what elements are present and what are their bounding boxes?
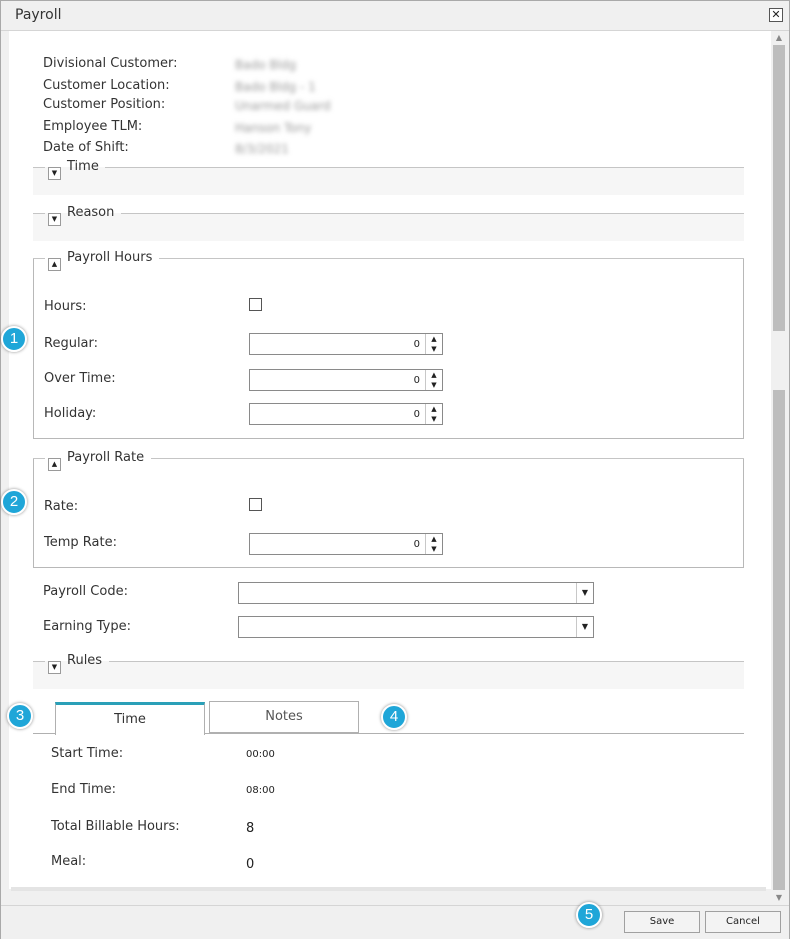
end-time-value: 08:00 — [246, 785, 275, 796]
customer-position-value: Unarmed Guard — [235, 99, 331, 113]
earning-type-dropdown-icon[interactable]: ▼ — [576, 617, 593, 637]
time-section-line-right — [105, 167, 744, 168]
payroll-hours-collapse-icon[interactable]: ▲ — [48, 258, 61, 271]
earning-type-label: Earning Type: — [43, 619, 132, 634]
holiday-label: Holiday: — [44, 406, 97, 421]
time-section-expand-icon[interactable]: ▼ — [48, 167, 61, 180]
hours-label: Hours: — [44, 299, 87, 314]
hours-checkbox[interactable] — [249, 298, 262, 311]
meal-label: Meal: — [51, 854, 87, 869]
horizontal-scrollbar[interactable] — [11, 887, 766, 891]
scroll-track[interactable] — [773, 45, 785, 891]
vertical-scrollbar[interactable]: ▲ ▼ — [771, 31, 787, 905]
scroll-down-icon[interactable]: ▼ — [771, 891, 787, 905]
employee-tlm-value: Hanson Tony — [235, 121, 312, 135]
end-time-label: End Time: — [51, 782, 117, 797]
holiday-spinner: ▲ ▼ — [425, 404, 442, 424]
rules-section — [33, 661, 744, 689]
rules-section-line-left — [33, 661, 45, 662]
overtime-input[interactable]: 0 ▲ ▼ — [249, 369, 443, 391]
close-button[interactable]: ✕ — [769, 8, 783, 22]
time-section-title: Time — [67, 159, 99, 174]
callout-4: 4 — [381, 704, 407, 730]
overtime-value: 0 — [413, 375, 420, 386]
start-time-value: 00:00 — [246, 749, 275, 760]
payroll-hours-line-left — [33, 258, 45, 259]
reason-section-title: Reason — [67, 205, 115, 220]
payroll-rate-collapse-icon[interactable]: ▲ — [48, 458, 61, 471]
overtime-label: Over Time: — [44, 371, 116, 386]
reason-section-expand-icon[interactable]: ▼ — [48, 213, 61, 226]
regular-decrement-icon[interactable]: ▼ — [426, 344, 442, 354]
divisional-customer-label: Divisional Customer: — [43, 56, 178, 71]
payroll-code-select[interactable]: ▼ — [238, 582, 594, 604]
total-billable-hours-value: 8 — [246, 821, 255, 836]
customer-location-value: Bado Bldg - 1 — [235, 80, 316, 94]
holiday-value: 0 — [413, 409, 420, 420]
meal-value: 0 — [246, 857, 255, 872]
callout-1: 1 — [1, 326, 27, 352]
callout-5: 5 — [576, 902, 602, 928]
start-time-label: Start Time: — [51, 746, 124, 761]
reason-section — [33, 213, 744, 241]
payroll-hours-title: Payroll Hours — [67, 250, 153, 265]
scroll-up-icon[interactable]: ▲ — [771, 31, 787, 45]
rate-label: Rate: — [44, 499, 79, 514]
payroll-rate-line-right — [151, 458, 744, 459]
dialog-content: Divisional Customer: Bado Bldg Customer … — [9, 31, 771, 889]
divisional-customer-value: Bado Bldg — [235, 58, 297, 72]
tab-time[interactable]: Time — [55, 702, 205, 735]
rate-checkbox[interactable] — [249, 498, 262, 511]
regular-label: Regular: — [44, 336, 99, 351]
regular-input[interactable]: 0 ▲ ▼ — [249, 333, 443, 355]
cancel-button[interactable]: Cancel — [705, 911, 781, 933]
regular-spinner: ▲ ▼ — [425, 334, 442, 354]
temp-rate-label: Temp Rate: — [44, 535, 117, 550]
employee-tlm-label: Employee TLM: — [43, 119, 143, 134]
customer-location-label: Customer Location: — [43, 78, 170, 93]
save-button[interactable]: Save — [624, 911, 700, 933]
rules-section-line-right — [109, 661, 744, 662]
title-bar: Payroll ✕ — [1, 1, 789, 31]
overtime-increment-icon[interactable]: ▲ — [426, 370, 442, 380]
temp-rate-value: 0 — [413, 539, 420, 550]
date-of-shift-value: 8/3/2021 — [235, 142, 289, 156]
overtime-spinner: ▲ ▼ — [425, 370, 442, 390]
callout-2: 2 — [1, 489, 27, 515]
total-billable-hours-label: Total Billable Hours: — [51, 819, 180, 834]
date-of-shift-label: Date of Shift: — [43, 140, 129, 155]
overtime-decrement-icon[interactable]: ▼ — [426, 380, 442, 390]
scroll-thumb-lower[interactable] — [773, 390, 785, 890]
payroll-code-dropdown-icon[interactable]: ▼ — [576, 583, 593, 603]
payroll-rate-line-left — [33, 458, 45, 459]
reason-section-line-right — [121, 213, 744, 214]
dialog-footer: Save Cancel — [1, 905, 789, 939]
customer-position-label: Customer Position: — [43, 97, 166, 112]
holiday-input[interactable]: 0 ▲ ▼ — [249, 403, 443, 425]
temp-rate-input[interactable]: 0 ▲ ▼ — [249, 533, 443, 555]
temp-rate-decrement-icon[interactable]: ▼ — [426, 544, 442, 554]
earning-type-select[interactable]: ▼ — [238, 616, 594, 638]
temp-rate-spinner: ▲ ▼ — [425, 534, 442, 554]
scroll-thumb-upper[interactable] — [773, 45, 785, 331]
time-section-line-left — [33, 167, 45, 168]
payroll-dialog: Payroll ✕ Divisional Customer: Bado Bldg… — [0, 0, 790, 939]
time-section — [33, 167, 744, 195]
rules-section-title: Rules — [67, 653, 103, 668]
temp-rate-increment-icon[interactable]: ▲ — [426, 534, 442, 544]
regular-value: 0 — [413, 339, 420, 350]
tab-notes[interactable]: Notes — [209, 701, 359, 733]
payroll-code-label: Payroll Code: — [43, 584, 128, 599]
holiday-decrement-icon[interactable]: ▼ — [426, 414, 442, 424]
reason-section-line-left — [33, 213, 45, 214]
regular-increment-icon[interactable]: ▲ — [426, 334, 442, 344]
dialog-title: Payroll — [15, 7, 62, 23]
payroll-hours-line-right — [159, 258, 744, 259]
rules-section-expand-icon[interactable]: ▼ — [48, 661, 61, 674]
holiday-increment-icon[interactable]: ▲ — [426, 404, 442, 414]
payroll-rate-title: Payroll Rate — [67, 450, 145, 465]
callout-3: 3 — [7, 703, 33, 729]
